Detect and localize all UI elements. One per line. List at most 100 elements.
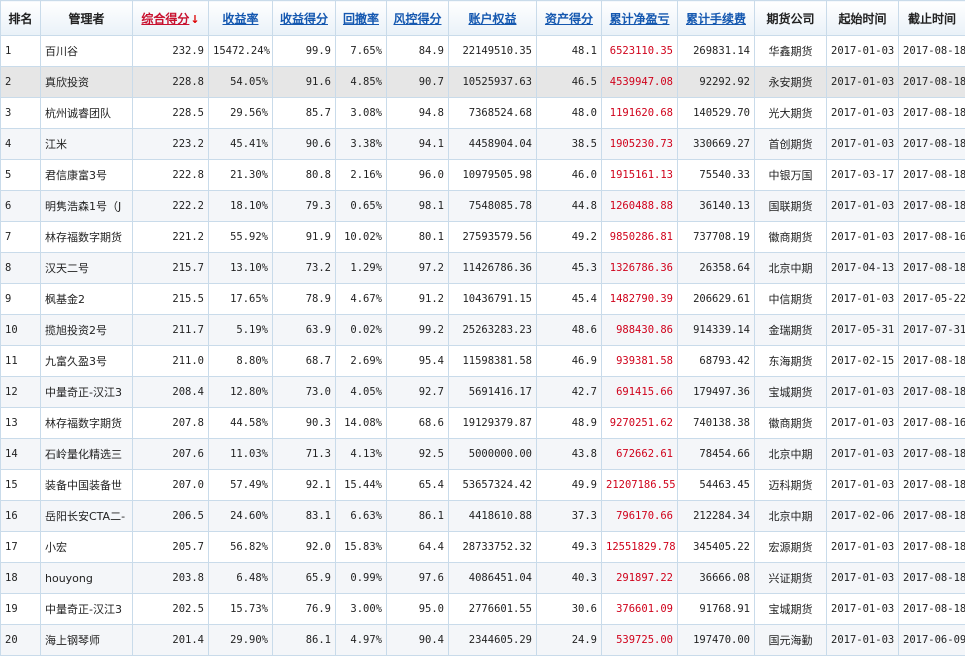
sort-link-drawdown[interactable]: 回撤率 [343, 12, 379, 26]
cell-manager[interactable]: 枫基金2 [41, 284, 133, 315]
cell-asset-score: 30.6 [537, 594, 602, 625]
cell-risk-score: 97.6 [387, 563, 449, 594]
cell-manager[interactable]: 林存福数字期货 [41, 408, 133, 439]
cell-composite-score: 223.2 [133, 129, 209, 160]
cell-manager[interactable]: 中量奇正-汉江3 [41, 594, 133, 625]
table-row[interactable]: 8汉天二号215.713.10%73.21.29%97.211426786.36… [1, 253, 965, 284]
col-header-drawdown[interactable]: 回撤率 [336, 1, 387, 36]
table-row[interactable]: 1百川谷232.915472.24%99.97.65%84.922149510.… [1, 36, 965, 67]
table-row[interactable]: 7林存福数字期货221.255.92%91.910.02%80.12759357… [1, 222, 965, 253]
cell-asset-score: 38.5 [537, 129, 602, 160]
cell-company: 国联期货 [755, 191, 827, 222]
cell-manager[interactable]: 林存福数字期货 [41, 222, 133, 253]
col-header-asset-score[interactable]: 资产得分 [537, 1, 602, 36]
sort-link-risk-score[interactable]: 风控得分 [393, 12, 441, 26]
cell-rank: 9 [1, 284, 41, 315]
col-header-risk-score[interactable]: 风控得分 [387, 1, 449, 36]
cell-asset-score: 42.7 [537, 377, 602, 408]
cell-net-profit: 9270251.62 [602, 408, 678, 439]
col-header-return-rate[interactable]: 收益率 [209, 1, 273, 36]
col-header-manager: 管理者 [41, 1, 133, 36]
cell-asset-score: 48.6 [537, 315, 602, 346]
table-row[interactable]: 10揽旭投资2号211.75.19%63.90.02%99.225263283.… [1, 315, 965, 346]
cell-asset-score: 44.8 [537, 191, 602, 222]
cell-return-rate: 29.90% [209, 625, 273, 656]
cell-manager[interactable]: 杭州诚睿团队 [41, 98, 133, 129]
cell-manager[interactable]: houyong [41, 563, 133, 594]
cell-return-rate: 54.05% [209, 67, 273, 98]
cell-manager[interactable]: 明隽浩森1号（J [41, 191, 133, 222]
table-row[interactable]: 4江米223.245.41%90.63.38%94.14458904.0438.… [1, 129, 965, 160]
cell-composite-score: 207.8 [133, 408, 209, 439]
table-row[interactable]: 6明隽浩森1号（J222.218.10%79.30.65%98.17548085… [1, 191, 965, 222]
cell-manager[interactable]: 小宏 [41, 532, 133, 563]
cell-manager[interactable]: 装备中国装备世 [41, 470, 133, 501]
cell-manager[interactable]: 君信康富3号 [41, 160, 133, 191]
sort-link-asset-score[interactable]: 资产得分 [545, 12, 593, 26]
cell-manager[interactable]: 岳阳长安CTA二- [41, 501, 133, 532]
cell-asset-score: 46.5 [537, 67, 602, 98]
cell-end-date: 2017-08-18 [899, 470, 965, 501]
cell-equity: 5691416.17 [449, 377, 537, 408]
cell-end-date: 2017-08-18 [899, 129, 965, 160]
col-header-return-score[interactable]: 收益得分 [273, 1, 336, 36]
cell-equity: 53657324.42 [449, 470, 537, 501]
table-row[interactable]: 9枫基金2215.517.65%78.94.67%91.210436791.15… [1, 284, 965, 315]
table-row[interactable]: 16岳阳长安CTA二-206.524.60%83.16.63%86.144186… [1, 501, 965, 532]
cell-manager[interactable]: 汉天二号 [41, 253, 133, 284]
sort-link-composite-score[interactable]: 综合得分 [141, 12, 189, 26]
table-row[interactable]: 14石岭量化精选三207.611.03%71.34.13%92.55000000… [1, 439, 965, 470]
cell-manager[interactable]: 真欣投资 [41, 67, 133, 98]
cell-return-rate: 5.19% [209, 315, 273, 346]
cell-rank: 15 [1, 470, 41, 501]
cell-net-profit: 1482790.39 [602, 284, 678, 315]
cell-fees: 197470.00 [678, 625, 755, 656]
cell-risk-score: 98.1 [387, 191, 449, 222]
cell-return-score: 85.7 [273, 98, 336, 129]
cell-start-date: 2017-05-31 [827, 315, 899, 346]
sort-link-equity[interactable]: 账户权益 [468, 12, 516, 26]
table-row[interactable]: 20海上钢琴师201.429.90%86.14.97%90.42344605.2… [1, 625, 965, 656]
sort-link-return-score[interactable]: 收益得分 [280, 12, 328, 26]
col-header-composite-score[interactable]: 综合得分↓ [133, 1, 209, 36]
cell-end-date: 2017-08-18 [899, 36, 965, 67]
table-row[interactable]: 13林存福数字期货207.844.58%90.314.08%68.6191293… [1, 408, 965, 439]
cell-return-score: 86.1 [273, 625, 336, 656]
table-row[interactable]: 11九富久盈3号211.08.80%68.72.69%95.411598381.… [1, 346, 965, 377]
sort-link-net-profit[interactable]: 累计净盈亏 [609, 12, 669, 26]
cell-manager[interactable]: 江米 [41, 129, 133, 160]
sort-link-fees[interactable]: 累计手续费 [686, 12, 746, 26]
table-row[interactable]: 3杭州诚睿团队228.529.56%85.73.08%94.87368524.6… [1, 98, 965, 129]
table-row[interactable]: 5君信康富3号222.821.30%80.82.16%96.010979505.… [1, 160, 965, 191]
cell-company: 北京中期 [755, 501, 827, 532]
cell-manager[interactable]: 揽旭投资2号 [41, 315, 133, 346]
cell-manager[interactable]: 中量奇正-汉江3 [41, 377, 133, 408]
table-row[interactable]: 12中量奇正-汉江3208.412.80%73.04.05%92.7569141… [1, 377, 965, 408]
table-row[interactable]: 19中量奇正-汉江3202.515.73%76.93.00%95.0277660… [1, 594, 965, 625]
cell-start-date: 2017-01-03 [827, 439, 899, 470]
cell-net-profit: 539725.00 [602, 625, 678, 656]
cell-manager[interactable]: 海上钢琴师 [41, 625, 133, 656]
cell-fees: 179497.36 [678, 377, 755, 408]
cell-manager[interactable]: 百川谷 [41, 36, 133, 67]
sort-link-return-rate[interactable]: 收益率 [222, 12, 258, 26]
cell-manager[interactable]: 九富久盈3号 [41, 346, 133, 377]
cell-manager[interactable]: 石岭量化精选三 [41, 439, 133, 470]
ranking-table: 排名 管理者 综合得分↓ 收益率 收益得分 回撤率 风控得分 账户权益 资产得分… [0, 0, 965, 656]
cell-net-profit: 988430.86 [602, 315, 678, 346]
cell-composite-score: 206.5 [133, 501, 209, 532]
table-row[interactable]: 2真欣投资228.854.05%91.64.85%90.710525937.63… [1, 67, 965, 98]
col-header-fees[interactable]: 累计手续费 [678, 1, 755, 36]
col-header-net-profit[interactable]: 累计净盈亏 [602, 1, 678, 36]
cell-equity: 11426786.36 [449, 253, 537, 284]
cell-return-score: 91.6 [273, 67, 336, 98]
cell-company: 国元海勤 [755, 625, 827, 656]
col-header-equity[interactable]: 账户权益 [449, 1, 537, 36]
table-row[interactable]: 17小宏205.756.82%92.015.83%64.428733752.32… [1, 532, 965, 563]
cell-rank: 17 [1, 532, 41, 563]
cell-company: 金瑞期货 [755, 315, 827, 346]
table-row[interactable]: 15装备中国装备世207.057.49%92.115.44%65.4536573… [1, 470, 965, 501]
cell-equity: 10525937.63 [449, 67, 537, 98]
table-row[interactable]: 18houyong203.86.48%65.90.99%97.64086451.… [1, 563, 965, 594]
cell-return-rate: 55.92% [209, 222, 273, 253]
